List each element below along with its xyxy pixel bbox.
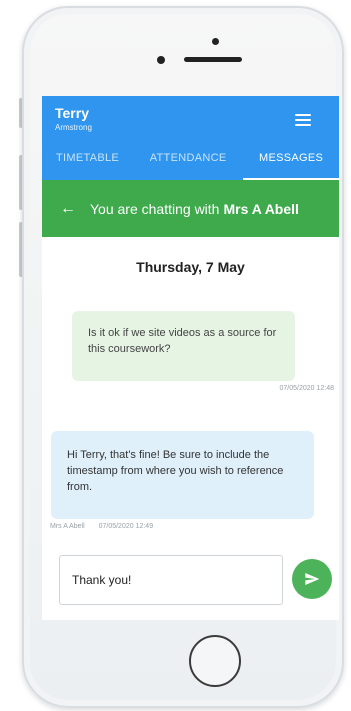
app-screen: Terry Armstrong TIMETABLE ATTENDANCE MES… — [42, 96, 339, 620]
front-camera — [212, 38, 219, 45]
chat-contact-name: Mrs A Abell — [223, 200, 299, 217]
sensor-dot — [157, 56, 165, 64]
tab-messages[interactable]: MESSAGES — [243, 138, 339, 180]
tab-attendance[interactable]: ATTENDANCE — [133, 138, 243, 180]
received-message-meta: Mrs A Abell 07/05/2020 12:49 — [50, 523, 153, 530]
hamburger-menu-icon[interactable] — [295, 114, 311, 126]
arrow-left-icon[interactable]: ← — [60, 200, 76, 218]
sent-message-timestamp: 07/05/2020 12:48 — [279, 385, 335, 392]
date-heading: Thursday, 7 May — [136, 259, 245, 275]
chat-header-prefix: You are chatting with — [90, 200, 220, 217]
tab-bar: TIMETABLE ATTENDANCE MESSAGES — [42, 138, 339, 180]
send-button[interactable] — [292, 559, 332, 599]
user-name: Terry — [55, 105, 89, 121]
tab-timetable[interactable]: TIMETABLE — [42, 138, 133, 180]
home-button[interactable] — [189, 635, 241, 687]
received-message-timestamp: 07/05/2020 12:49 — [98, 523, 154, 530]
earpiece-speaker — [184, 57, 242, 62]
send-icon — [305, 573, 320, 585]
chat-header: ← You are chatting with Mrs A Abell — [42, 180, 339, 237]
received-message-bubble: Hi Terry, that's fine! Be sure to includ… — [51, 431, 314, 519]
app-header: Terry Armstrong TIMETABLE ATTENDANCE MES… — [42, 96, 339, 180]
message-input[interactable] — [59, 555, 283, 605]
received-message-sender: Mrs A Abell — [50, 523, 85, 530]
sent-message-bubble: Is it ok if we site videos as a source f… — [72, 311, 295, 381]
user-subtitle: Armstrong — [55, 123, 92, 132]
